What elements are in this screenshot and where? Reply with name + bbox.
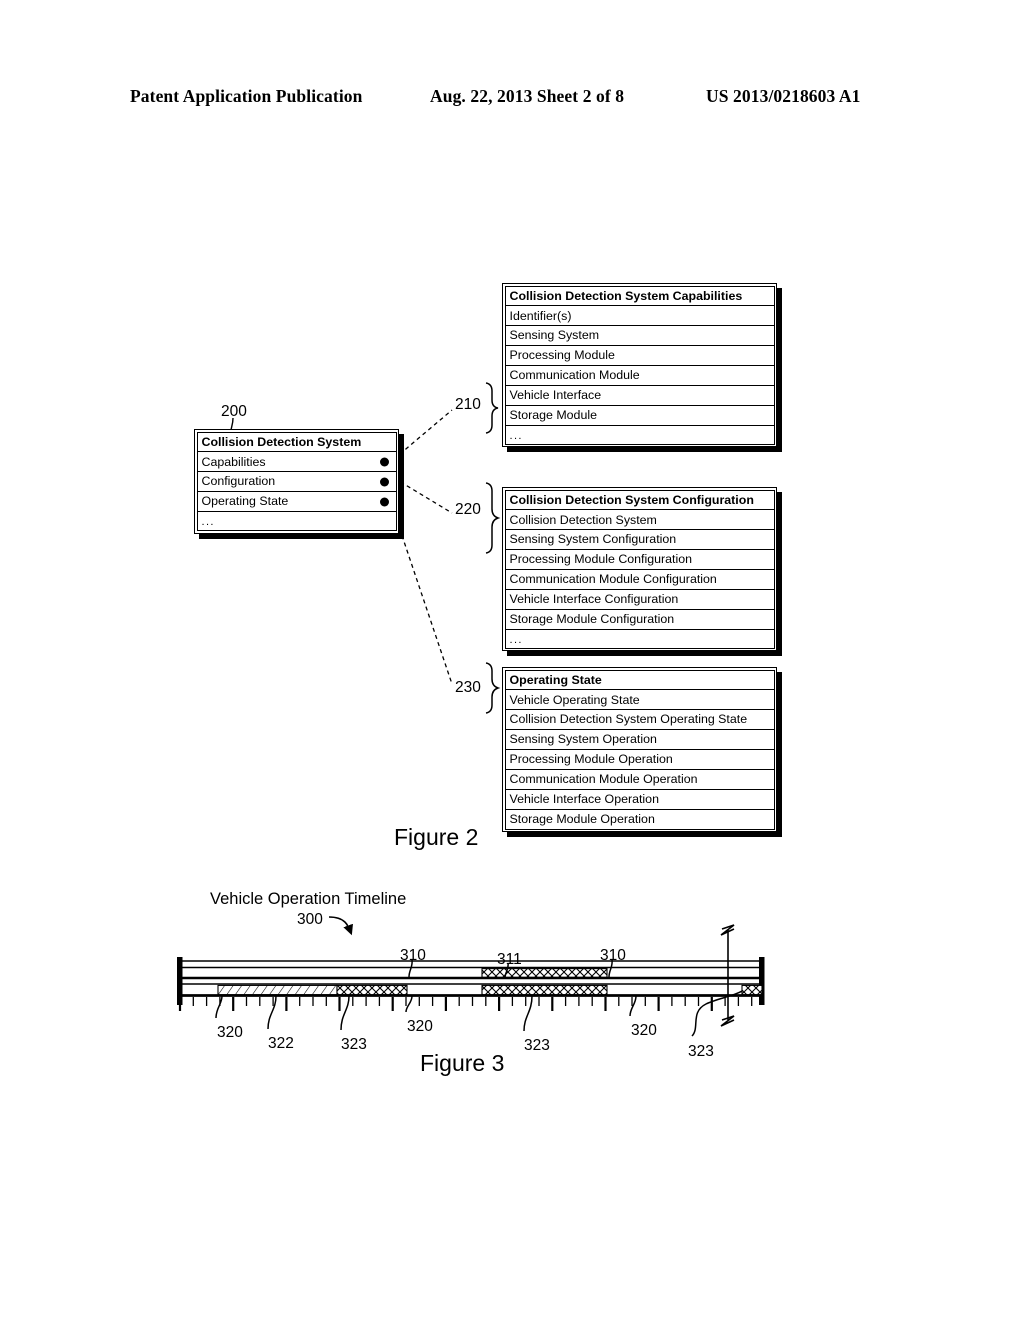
anchor-dot-icon: [379, 477, 389, 487]
list-item[interactable]: Communication Module Configuration: [504, 569, 775, 591]
list-item[interactable]: Sensing System Configuration: [504, 529, 775, 551]
timeline-callout-320-6: 320: [407, 1018, 433, 1035]
anchor-dot-icon: [379, 497, 389, 507]
list-item[interactable]: Collision Detection System Operating Sta…: [504, 709, 775, 731]
box-title: Operating State: [504, 669, 775, 691]
lower-track-segments: [217, 984, 763, 996]
timeline-callout-310-0: 310: [400, 947, 426, 964]
box-title: Collision Detection System Configuration: [504, 489, 775, 511]
timeline-ruler-ticks: [178, 997, 753, 1011]
row-configuration[interactable]: Configuration: [196, 471, 397, 493]
list-item[interactable]: Processing Module Configuration: [504, 549, 775, 571]
list-item[interactable]: Communication Module: [504, 365, 775, 387]
timeline-callout-320-3: 320: [217, 1024, 243, 1041]
row-capabilities[interactable]: Capabilities: [196, 451, 397, 473]
segment-323-b[interactable]: [481, 984, 608, 996]
list-item[interactable]: Processing Module: [504, 345, 775, 367]
timeline-callout-320-8: 320: [631, 1022, 657, 1039]
box-title: Collision Detection System Capabilities: [504, 285, 775, 307]
box-operating-state: Operating State Vehicle Operating State …: [502, 667, 782, 838]
timeline-callout-323-7: 323: [524, 1037, 550, 1054]
list-item[interactable]: Processing Module Operation: [504, 749, 775, 771]
vehicle-operation-timeline: [177, 916, 765, 1037]
break-line: [720, 924, 735, 1027]
list-item[interactable]: Sensing System Operation: [504, 729, 775, 751]
segment-322[interactable]: [217, 984, 338, 996]
list-item[interactable]: Storage Module: [504, 404, 775, 426]
list-item[interactable]: Vehicle Interface Configuration: [504, 588, 775, 610]
timeline-callout-322-4: 322: [268, 1035, 294, 1052]
box-configuration: Collision Detection System Configuration…: [502, 487, 782, 657]
row-label: Configuration: [201, 474, 276, 489]
box-collision-detection-system: Collision Detection System Capabilities …: [194, 429, 404, 539]
leader-arrow-300: [328, 916, 353, 936]
list-item[interactable]: Storage Module Configuration: [504, 608, 775, 630]
row-ellipsis: ...: [504, 628, 775, 649]
anchor-dot-icon: [379, 457, 389, 467]
list-item[interactable]: Communication Module Operation: [504, 768, 775, 790]
list-item[interactable]: Sensing System: [504, 325, 775, 347]
list-item[interactable]: Vehicle Interface Operation: [504, 788, 775, 810]
upper-track-segments: [481, 968, 608, 978]
segment-323-c[interactable]: [741, 984, 763, 996]
row-ellipsis: ...: [196, 511, 397, 532]
callout-leaders: [215, 959, 743, 1037]
list-item[interactable]: Collision Detection System: [504, 509, 775, 531]
timeline-end-cap: [759, 957, 765, 1005]
list-item[interactable]: Vehicle Interface: [504, 384, 775, 406]
timeline-callout-310-2: 310: [600, 947, 626, 964]
timeline-callout-323-9: 323: [688, 1043, 714, 1060]
timeline-callout-311-1: 311: [497, 951, 522, 968]
row-operating-state[interactable]: Operating State: [196, 491, 397, 513]
row-label: Capabilities: [201, 454, 266, 469]
timeline-callout-323-5: 323: [341, 1036, 367, 1053]
timeline-frame: [177, 957, 765, 1005]
segment-311-upper[interactable]: [481, 968, 608, 978]
patent-figure-page: Patent Application Publication Aug. 22, …: [0, 0, 1024, 1320]
box-capabilities: Collision Detection System Capabilities …: [502, 283, 782, 453]
figure-3-caption: Figure 3: [420, 1050, 505, 1076]
list-item[interactable]: Storage Module Operation: [504, 808, 775, 830]
list-item[interactable]: Identifier(s): [504, 305, 775, 327]
segment-323-a[interactable]: [336, 984, 408, 996]
box-title: Collision Detection System: [196, 431, 397, 453]
row-ellipsis: ...: [504, 424, 775, 445]
list-item[interactable]: Vehicle Operating State: [504, 689, 775, 711]
row-label: Operating State: [201, 494, 289, 509]
